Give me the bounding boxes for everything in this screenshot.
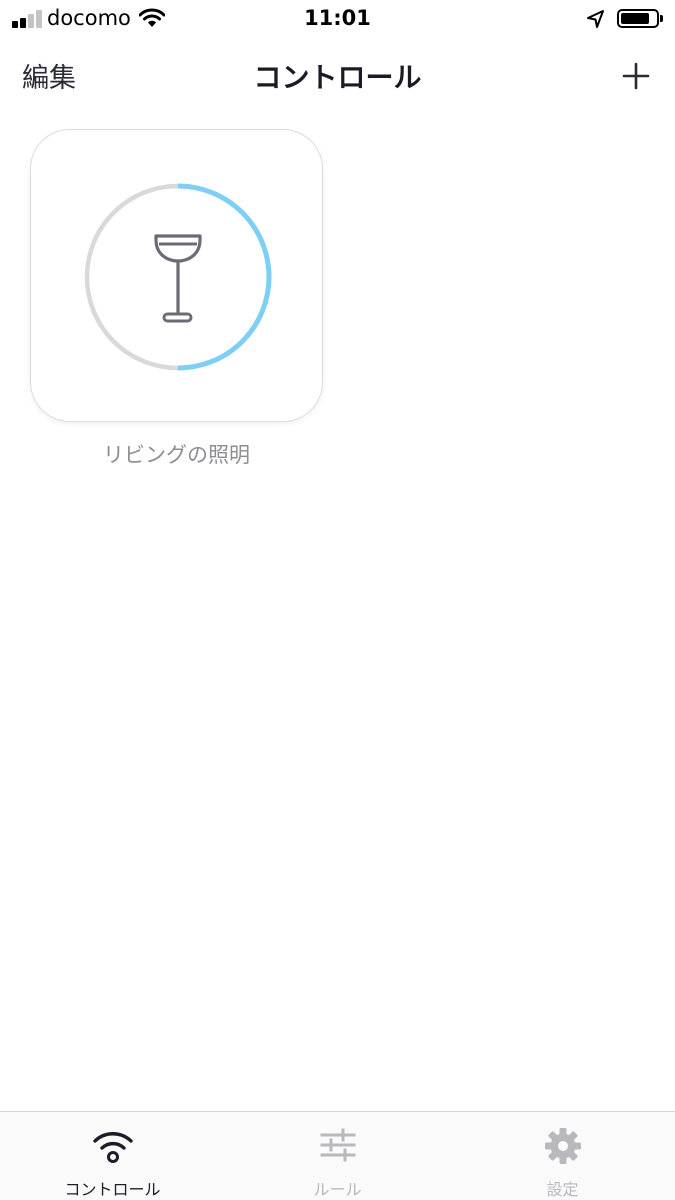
wifi-icon [0, 1126, 225, 1168]
battery-tip [660, 15, 663, 22]
tab-control[interactable]: コントロール [0, 1112, 225, 1200]
page-title: コントロール [253, 61, 422, 94]
tab-settings-label: 設定 [546, 1180, 579, 1199]
device-tile-living-light[interactable] [30, 129, 323, 422]
tab-rules[interactable]: ルール [225, 1112, 450, 1200]
battery-icon [617, 9, 659, 28]
location-arrow-icon [586, 9, 606, 33]
plus-icon[interactable] [620, 60, 652, 92]
tab-settings[interactable]: 設定 [450, 1112, 675, 1200]
navigation-bar: 編集 コントロール [0, 40, 675, 108]
tab-control-label: コントロール [64, 1180, 161, 1199]
sliders-icon [225, 1126, 450, 1168]
device-name-label: リビングの照明 [103, 443, 250, 467]
brightness-gauge [84, 183, 272, 371]
floor-lamp-icon [154, 234, 202, 323]
tab-bar: コントロール ルール 設定 [0, 1111, 675, 1200]
gauge-level-arc [177, 183, 272, 371]
status-bar: docomo 11:01 [0, 0, 675, 40]
control-screen: docomo 11:01 編集 コントロール リビングの照明 コントロール ルー… [0, 0, 675, 1200]
gear-icon [450, 1126, 675, 1170]
tab-rules-label: ルール [313, 1180, 362, 1199]
status-time: 11:01 [304, 6, 371, 30]
